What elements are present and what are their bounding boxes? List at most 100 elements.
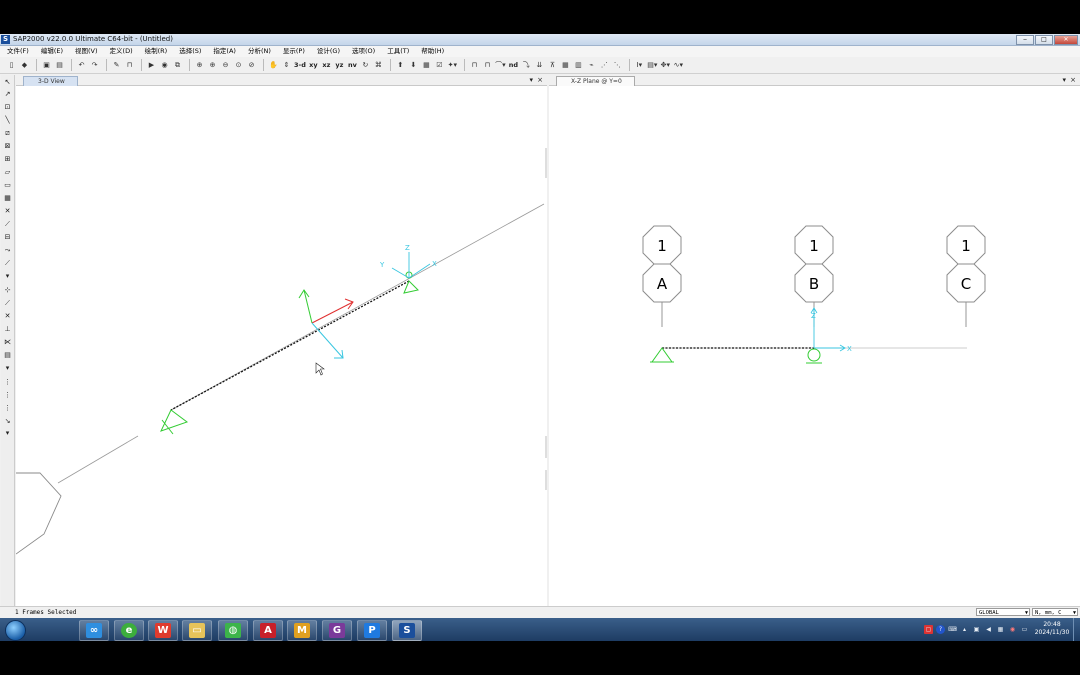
taskbar-app-wps[interactable]: W [148, 620, 178, 641]
zoom-window-icon[interactable]: ⊕ [194, 60, 205, 71]
stress-icon[interactable]: ⋱ [612, 60, 623, 71]
new-file-icon[interactable]: ▯ [6, 60, 17, 71]
more-snaps-icon[interactable]: ▾ [2, 363, 13, 374]
pane-menu-chevron-down-icon[interactable]: ▾ [1062, 75, 1066, 85]
run-now-icon[interactable]: ◉ [159, 60, 170, 71]
draw-solid-icon[interactable]: ✕ [2, 206, 13, 217]
set-display-icon[interactable]: ▦ [421, 60, 432, 71]
menu-display[interactable]: 显示(P) [276, 46, 310, 57]
draw-rect-area-icon[interactable]: ▭ [2, 180, 13, 191]
taskbar-app-browser[interactable]: e [114, 620, 144, 641]
tray-app-icon[interactable]: ▢ [924, 625, 933, 634]
volume-icon[interactable]: ◀ [984, 625, 993, 634]
draw-joint-icon[interactable]: ⊡ [2, 102, 13, 113]
view-xz-canvas[interactable]: 1 A 1 B 1 C Z X [549, 86, 1080, 640]
select-all-icon[interactable]: ⋮ [2, 377, 13, 388]
menu-help[interactable]: 帮助(H) [414, 46, 449, 57]
zoom-out-icon[interactable]: ⊖ [220, 60, 231, 71]
menu-define[interactable]: 定义(D) [103, 46, 138, 57]
redo-icon[interactable]: ↷ [89, 60, 100, 71]
view-xy-button[interactable]: xy [308, 60, 319, 71]
nd-button[interactable]: nd [508, 60, 519, 71]
rotate-view-icon[interactable]: ↻ [360, 60, 371, 71]
taskbar-app-file-manager[interactable]: ▭ [182, 620, 212, 641]
draw-frame-icon[interactable]: ╲ [2, 115, 13, 126]
frame-icon[interactable]: ⊓ [469, 60, 480, 71]
menu-view[interactable]: 视图(V) [68, 46, 103, 57]
grid-icon[interactable]: ▥ [573, 60, 584, 71]
brace-icon[interactable]: ⊠ [2, 141, 13, 152]
show-desktop-button[interactable] [1073, 618, 1080, 641]
view-3d-button[interactable]: 3-d [294, 60, 306, 71]
clear-selection-icon[interactable]: ⋮ [2, 403, 13, 414]
keyboard-icon[interactable]: ⌨ [948, 625, 957, 634]
assign-dropdown-icon[interactable]: ✦▾ [447, 60, 458, 71]
menu-options[interactable]: 选项(O) [345, 46, 380, 57]
table-icon[interactable]: ▦ [560, 60, 571, 71]
frame-release-icon[interactable]: ⊓ [482, 60, 493, 71]
menu-draw[interactable]: 绘制(R) [138, 46, 173, 57]
joint-load-icon[interactable]: ⤵ [521, 60, 532, 71]
draw-section-cut-icon[interactable]: ⤳ [2, 245, 13, 256]
draw-poly-area-icon[interactable]: ▱ [2, 167, 13, 178]
help-icon[interactable]: ? [936, 625, 945, 634]
pane-close-icon[interactable]: × [537, 75, 543, 85]
perspective-icon[interactable]: ⌘ [373, 60, 384, 71]
more-select-icon[interactable]: ▾ [2, 428, 13, 439]
section-i-icon[interactable]: I▾ [634, 60, 645, 71]
view-yz-button[interactable]: yz [334, 60, 345, 71]
minimize-button[interactable]: ‒ [1016, 35, 1034, 45]
check-icon[interactable]: ☑ [434, 60, 445, 71]
lock-icon[interactable]: ⊓ [124, 60, 135, 71]
taskbar-app-p[interactable]: P [357, 620, 387, 641]
pointer-icon[interactable]: ↖ [2, 77, 13, 88]
system-clock[interactable]: 20:48 2024/11/30 [1030, 621, 1074, 637]
restraint-icon[interactable]: ⊼ [547, 60, 558, 71]
tab-xz-plane[interactable]: X-Z Plane @ Y=0 [556, 76, 635, 86]
action-center-icon[interactable]: ▭ [1020, 625, 1029, 634]
taskbar-app-glodon[interactable]: G [322, 620, 352, 641]
taskbar-app-autocad[interactable]: A [253, 620, 283, 641]
save-icon[interactable]: ▣ [41, 60, 52, 71]
start-button[interactable] [5, 620, 26, 641]
maximize-button[interactable]: □ [1035, 35, 1053, 45]
pan-icon[interactable]: ✋ [268, 60, 279, 71]
pane-close-icon[interactable]: × [1070, 75, 1076, 85]
snap-grid-icon[interactable]: ▤ [2, 350, 13, 361]
tray-red-icon[interactable]: ◉ [1008, 625, 1017, 634]
snap-perpendicular-icon[interactable]: ⊥ [2, 324, 13, 335]
secondary-beam-icon[interactable]: ⊞ [2, 154, 13, 165]
snap-intersection-icon[interactable]: ✕ [2, 311, 13, 322]
menu-design[interactable]: 设计(G) [310, 46, 345, 57]
menu-edit[interactable]: 编辑(E) [34, 46, 68, 57]
rubber-band-icon[interactable]: ⇕ [281, 60, 292, 71]
taskbar-app-wechat[interactable]: ◍ [218, 620, 248, 641]
menu-tools[interactable]: 工具(T) [380, 46, 414, 57]
deformed-shape-icon[interactable]: ⌁ [586, 60, 597, 71]
frame-load-icon[interactable]: ⇊ [534, 60, 545, 71]
chevron-up-icon[interactable]: ▴ [960, 625, 969, 634]
menu-file[interactable]: 文件(F) [0, 46, 34, 57]
more-tools-icon[interactable]: ▾ [2, 271, 13, 282]
cable-icon[interactable]: ⌒▾ [495, 60, 506, 71]
taskbar-app-sap2000[interactable]: S [392, 620, 422, 641]
run-analysis-icon[interactable]: ▶ [146, 60, 157, 71]
draw-tendon-icon[interactable]: ⊟ [2, 232, 13, 243]
reshape-icon[interactable]: ↗ [2, 89, 13, 100]
move-up-icon[interactable]: ⬆ [395, 60, 406, 71]
draw-dimension-icon[interactable]: ⟋ [2, 258, 13, 269]
function-icon[interactable]: ∿▾ [673, 60, 684, 71]
view-nv-button[interactable]: nv [347, 60, 358, 71]
view-xz-button[interactable]: xz [321, 60, 332, 71]
force-diagram-icon[interactable]: ⋰ [599, 60, 610, 71]
quick-area-icon[interactable]: ▦ [2, 193, 13, 204]
units-select[interactable]: N, mm, C ▼ [1032, 608, 1078, 616]
tab-3d-view[interactable]: 3-D View [23, 76, 78, 86]
snap-ends-icon[interactable]: ⟋ [2, 298, 13, 309]
quick-frame-icon[interactable]: ⧄ [2, 128, 13, 139]
close-button[interactable]: ✕ [1054, 35, 1078, 45]
network-icon[interactable]: ▦ [996, 625, 1005, 634]
draw-link-icon[interactable]: ⟋ [2, 219, 13, 230]
print-icon[interactable]: ▤ [54, 60, 65, 71]
undo-icon[interactable]: ↶ [76, 60, 87, 71]
